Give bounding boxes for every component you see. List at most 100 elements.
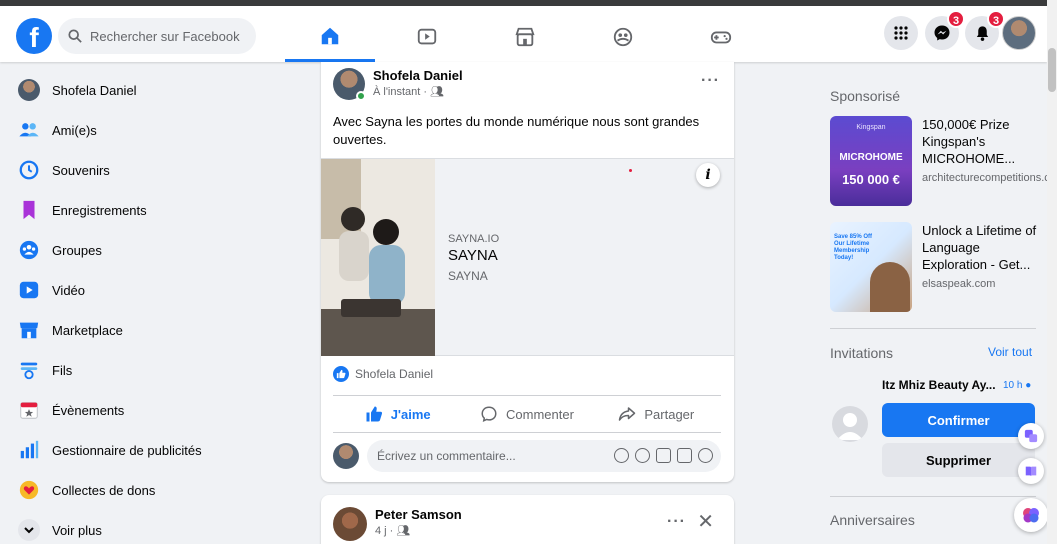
reaction-names: Shofela Daniel bbox=[355, 367, 434, 381]
sidebar-item-label: Vidéo bbox=[52, 282, 86, 298]
unread-dot-icon: ● bbox=[1025, 380, 1032, 391]
tab-home[interactable] bbox=[285, 12, 375, 62]
gif-icon[interactable] bbox=[677, 448, 692, 463]
scrollbar-thumb[interactable] bbox=[1048, 48, 1056, 92]
post-text: Avec Sayna les portes du monde numérique… bbox=[333, 114, 700, 147]
home-icon bbox=[321, 27, 339, 44]
facebook-logo-icon[interactable]: f bbox=[16, 18, 52, 54]
video-icon bbox=[18, 279, 40, 301]
sponsored-ad-image: Save 85% Off Our Lifetime Membership Tod… bbox=[830, 222, 912, 312]
sidebar-item-label: Marketplace bbox=[52, 322, 123, 338]
sidebar-item-ads-manager[interactable]: Gestionnaire de publicités bbox=[8, 430, 298, 470]
search-box[interactable] bbox=[58, 18, 256, 54]
link-preview-image bbox=[321, 159, 435, 356]
requester-name[interactable]: Itz Mhiz Beauty Ay... bbox=[882, 378, 996, 392]
store-icon bbox=[515, 27, 535, 47]
comment-box[interactable] bbox=[367, 440, 721, 472]
delete-button[interactable]: Supprimer bbox=[882, 443, 1035, 477]
emoji-icon[interactable] bbox=[635, 448, 650, 463]
sidebar-item-profile[interactable]: Shofela Daniel bbox=[8, 70, 298, 110]
ads-manager-icon bbox=[18, 439, 40, 461]
post-author[interactable]: Peter Samson bbox=[375, 507, 462, 522]
sidebar-item-memories[interactable]: Souvenirs bbox=[8, 150, 298, 190]
sidebar-item-label: Voir plus bbox=[52, 522, 102, 538]
tab-groups[interactable] bbox=[578, 12, 668, 62]
post-author[interactable]: Shofela Daniel bbox=[373, 68, 463, 83]
bookmark-icon bbox=[18, 199, 40, 221]
account-avatar[interactable] bbox=[1002, 16, 1036, 50]
messenger-button[interactable]: 3 bbox=[925, 10, 965, 50]
tab-watch[interactable] bbox=[382, 12, 472, 62]
tab-marketplace[interactable] bbox=[480, 12, 570, 62]
sidebar-item-fundraisers[interactable]: Collectes de dons bbox=[8, 470, 298, 510]
sidebar-item-friends[interactable]: Ami(e)s bbox=[8, 110, 298, 150]
sponsored-title-text: 150,000€ Prize Kingspan's MICROHOME... bbox=[922, 117, 1016, 166]
comment-input[interactable] bbox=[377, 449, 587, 463]
brain-extension-icon[interactable] bbox=[1014, 498, 1048, 532]
marketplace-icon bbox=[18, 319, 40, 341]
post-actions: J'aime Commenter Partager bbox=[333, 395, 721, 433]
link-preview[interactable]: i SAYNA.IO SAYNA SAYNA bbox=[321, 158, 734, 356]
post-time: 4 j · 👥︎ bbox=[375, 524, 462, 537]
page-scrollbar[interactable] bbox=[1047, 0, 1057, 544]
request-time-text: 10 h bbox=[1003, 380, 1023, 391]
like-button[interactable]: J'aime bbox=[333, 396, 462, 432]
search-icon bbox=[68, 29, 82, 43]
post-options-button[interactable]: ··· bbox=[701, 72, 720, 90]
ad-caption-text: MICROHOME bbox=[839, 152, 903, 163]
link-domain: SAYNA.IO bbox=[448, 233, 500, 245]
audience-friends-icon[interactable]: 👥︎ bbox=[396, 525, 410, 537]
camera-icon[interactable] bbox=[656, 448, 671, 463]
link-title: SAYNA bbox=[448, 247, 498, 264]
audience-friends-icon[interactable]: 👥︎ bbox=[430, 86, 444, 98]
sponsored-title-text: Unlock a Lifetime of Language Exploratio… bbox=[922, 223, 1037, 272]
sidebar-item-saved[interactable]: Enregistrements bbox=[8, 190, 298, 230]
post-time-text: 4 j · bbox=[375, 525, 394, 537]
sidebar-item-see-more[interactable]: Voir plus bbox=[8, 510, 298, 544]
sponsored-ad[interactable]: Save 85% Off Our Lifetime Membership Tod… bbox=[830, 222, 1040, 312]
notifications-button[interactable]: 3 bbox=[965, 10, 1005, 50]
post-options-button[interactable]: ··· bbox=[667, 513, 686, 531]
author-avatar[interactable] bbox=[333, 68, 366, 101]
video-play-icon bbox=[417, 28, 437, 45]
sidebar-item-events[interactable]: Évènements bbox=[8, 390, 298, 430]
sponsored-ad[interactable]: Kingspan MICROHOME 150 000 € 150,000€ Pr… bbox=[830, 116, 1057, 206]
close-icon[interactable]: ✕ bbox=[697, 509, 714, 534]
confirm-button[interactable]: Confirmer bbox=[882, 403, 1035, 437]
comment-composer bbox=[333, 440, 721, 472]
author-avatar[interactable] bbox=[333, 507, 367, 541]
requester-avatar[interactable] bbox=[832, 406, 868, 442]
translate-extension-icon[interactable] bbox=[1018, 423, 1044, 449]
search-input[interactable] bbox=[90, 28, 250, 44]
see-all-link[interactable]: Voir tout bbox=[988, 345, 1032, 359]
post-header: Shofela Daniel À l'instant · 👥︎ bbox=[333, 68, 463, 101]
share-button[interactable]: Partager bbox=[592, 396, 721, 432]
sticker-icon[interactable] bbox=[698, 448, 713, 463]
groups-icon bbox=[18, 239, 40, 261]
comment-button[interactable]: Commenter bbox=[462, 396, 591, 432]
ad-caption-text: Save 85% Off Our Lifetime Membership Tod… bbox=[834, 234, 873, 261]
thumbs-up-icon bbox=[366, 406, 382, 422]
sidebar-item-label: Souvenirs bbox=[52, 162, 110, 178]
sidebar-item-label: Fils bbox=[52, 362, 73, 378]
reaction-summary[interactable]: Shofela Daniel bbox=[333, 366, 433, 382]
birthdays-title: Anniversaires bbox=[830, 512, 915, 528]
left-sidebar: Shofela Daniel Ami(e)s Souvenirs Enregis… bbox=[8, 70, 298, 544]
tab-gaming[interactable] bbox=[676, 12, 766, 62]
post-time-text: À l'instant · bbox=[373, 86, 428, 98]
avatar-sticker-icon[interactable] bbox=[614, 448, 629, 463]
invitations-title: Invitations bbox=[830, 345, 894, 361]
sidebar-item-label: Gestionnaire de publicités bbox=[52, 442, 202, 458]
commenter-avatar[interactable] bbox=[333, 443, 359, 469]
sidebar-item-groups[interactable]: Groupes bbox=[8, 230, 298, 270]
sidebar-item-label: Évènements bbox=[52, 402, 125, 418]
post-card: Peter Samson 4 j · 👥︎ ··· ✕ bbox=[321, 495, 734, 544]
sidebar-item-video[interactable]: Vidéo bbox=[8, 270, 298, 310]
sidebar-item-marketplace[interactable]: Marketplace bbox=[8, 310, 298, 350]
sidebar-item-feeds[interactable]: Fils bbox=[8, 350, 298, 390]
reader-extension-icon[interactable] bbox=[1018, 458, 1044, 484]
sidebar-item-label: Shofela Daniel bbox=[52, 82, 137, 98]
sidebar-item-label: Ami(e)s bbox=[52, 122, 97, 138]
info-icon[interactable]: i bbox=[696, 163, 720, 187]
menu-button[interactable] bbox=[884, 16, 918, 50]
